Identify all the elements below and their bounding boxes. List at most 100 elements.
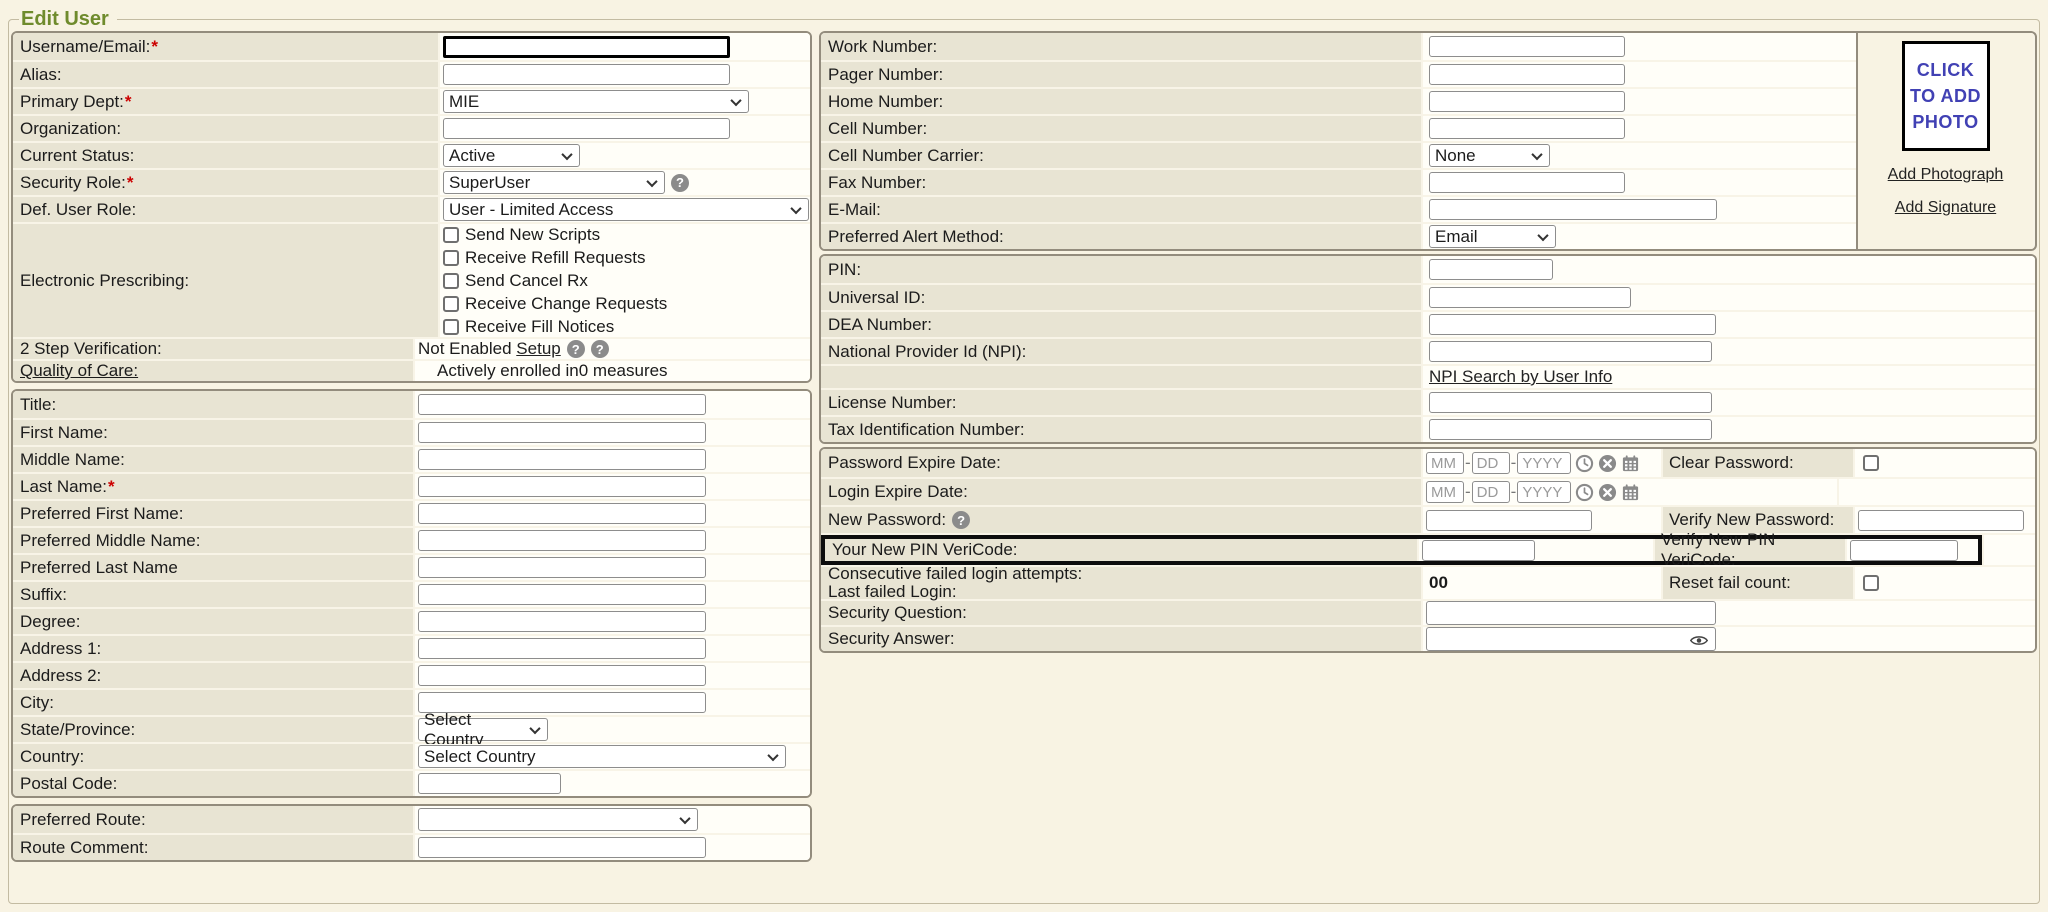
row-preferred-first-name-value-cell	[415, 501, 810, 526]
row-consecutive-failed-login-attempts-extra-label: Reset fail count:	[1669, 573, 1791, 593]
row-state-province-select[interactable]: Select Country	[418, 718, 548, 741]
row-password-expire-date-label-cell: Password Expire Date:	[821, 449, 1421, 477]
required-asterisk	[125, 92, 132, 112]
row-middle-name: Middle Name:	[13, 445, 810, 472]
row-tax-identification-number-label: Tax Identification Number:	[828, 420, 1025, 440]
row-login-expire-date-date-part-1[interactable]: DD	[1472, 481, 1510, 503]
row-work-number-input[interactable]	[1429, 36, 1625, 57]
row-tax-identification-number-input[interactable]	[1429, 419, 1712, 440]
row-password-expire-date-date-part-0[interactable]: MM	[1426, 452, 1464, 474]
row-electronic-prescribing-option-receive-fill-notices[interactable]: Receive Fill Notices	[443, 315, 667, 338]
row-your-new-pin-vericode-input[interactable]	[1422, 540, 1535, 561]
row-title-input[interactable]	[418, 394, 706, 415]
row-license-number-input[interactable]	[1429, 392, 1712, 413]
row-universal-id-input[interactable]	[1429, 287, 1631, 308]
row-country-select[interactable]: Select Country	[418, 745, 786, 768]
row-new-password-input[interactable]	[1426, 510, 1592, 531]
x-circle-icon[interactable]	[1598, 454, 1617, 473]
row-title: Title:	[13, 391, 810, 418]
row-electronic-prescribing-option-send-new-scripts[interactable]: Send New Scripts	[443, 223, 667, 246]
row-last-name-input[interactable]	[418, 476, 706, 497]
checkbox-icon[interactable]	[443, 296, 459, 312]
row-country-select-value: Select Country	[424, 747, 536, 767]
row-license-number-label-cell: License Number:	[821, 390, 1421, 415]
row-suffix-input[interactable]	[418, 584, 706, 605]
row-fax-number-input[interactable]	[1429, 172, 1625, 193]
calendar-icon[interactable]	[1621, 454, 1640, 473]
row-password-expire-date-extra-checkbox[interactable]	[1863, 455, 1879, 471]
x-circle-icon[interactable]	[1598, 483, 1617, 502]
row-e-mail-label-cell: E-Mail:	[821, 197, 1421, 222]
calendar-icon[interactable]	[1621, 483, 1640, 502]
row-preferred-middle-name-input[interactable]	[418, 530, 706, 551]
row-preferred-last-name-input[interactable]	[418, 557, 706, 578]
row-preferred-first-name-input[interactable]	[418, 503, 706, 524]
row-row-link[interactable]: NPI Search by User Info	[1429, 367, 1612, 387]
row-2-step-verification-setup-link[interactable]: Setup	[516, 339, 560, 359]
row-postal-code-input[interactable]	[418, 773, 561, 794]
row-degree-input[interactable]	[418, 611, 706, 632]
row-pager-number-input[interactable]	[1429, 64, 1625, 85]
row-electronic-prescribing-option-receive-refill-requests[interactable]: Receive Refill Requests	[443, 246, 667, 269]
provider-ids-table: PIN:Universal ID:DEA Number:National Pro…	[819, 254, 2037, 444]
checkbox-icon[interactable]	[443, 227, 459, 243]
row-def-user-role-select[interactable]: User - Limited Access	[443, 198, 809, 221]
row-organization-input[interactable]	[443, 118, 730, 139]
row-security-question-input[interactable]	[1426, 601, 1716, 625]
row-security-answer-input[interactable]	[1426, 627, 1716, 651]
row-first-name-label-cell: First Name:	[13, 420, 413, 445]
row-preferred-route-select[interactable]	[418, 808, 698, 831]
row-new-password-value-cell	[1423, 507, 1661, 533]
row-preferred-alert-method-select[interactable]: Email	[1429, 225, 1556, 248]
row-login-expire-date-date-part-2[interactable]: YYYY	[1517, 481, 1571, 503]
checkbox-icon[interactable]	[443, 319, 459, 335]
row-cell-number-input[interactable]	[1429, 118, 1625, 139]
row-password-expire-date-date-part-2[interactable]: YYYY	[1517, 452, 1571, 474]
row-new-password-extra-input[interactable]	[1858, 510, 2024, 531]
add-photograph-link[interactable]: Add Photograph	[1888, 166, 2004, 184]
row-e-mail-input[interactable]	[1429, 199, 1717, 220]
row-security-question-label: Security Question:	[828, 603, 967, 623]
help-icon[interactable]	[591, 340, 609, 358]
row-electronic-prescribing-option-receive-change-requests[interactable]: Receive Change Requests	[443, 292, 667, 315]
row-national-provider-id-npi-label: National Provider Id (NPI):	[828, 342, 1026, 362]
row-work-number: Work Number:	[821, 33, 1856, 60]
row-electronic-prescribing-option-send-cancel-rx[interactable]: Send Cancel Rx	[443, 269, 667, 292]
row-current-status-select[interactable]: Active	[443, 144, 580, 167]
add-photo-placeholder[interactable]: CLICK TO ADD PHOTO	[1902, 41, 1990, 151]
row-pin-input[interactable]	[1429, 259, 1553, 280]
eye-icon[interactable]	[1690, 632, 1708, 652]
row-address-2-input[interactable]	[418, 665, 706, 686]
row-security-role-select[interactable]: SuperUser	[443, 171, 665, 194]
row-preferred-middle-name: Preferred Middle Name:	[13, 526, 810, 553]
checkbox-icon[interactable]	[443, 273, 459, 289]
help-icon[interactable]	[952, 511, 970, 529]
add-signature-link[interactable]: Add Signature	[1895, 199, 1996, 217]
row-national-provider-id-npi-input[interactable]	[1429, 341, 1712, 362]
row-preferred-first-name: Preferred First Name:	[13, 499, 810, 526]
row-consecutive-failed-login-attempts-label2-cell: Reset fail count:	[1663, 567, 1853, 599]
clock-icon[interactable]	[1575, 483, 1594, 502]
row-dea-number-input[interactable]	[1429, 314, 1716, 335]
row-middle-name-input[interactable]	[418, 449, 706, 470]
row-electronic-prescribing-option-label: Send New Scripts	[465, 225, 600, 245]
row-first-name-input[interactable]	[418, 422, 706, 443]
clock-icon[interactable]	[1575, 454, 1594, 473]
checkbox-icon[interactable]	[443, 250, 459, 266]
row-alias-input[interactable]	[443, 64, 730, 85]
row-username-email-input[interactable]	[443, 36, 730, 58]
row-address-1-input[interactable]	[418, 638, 706, 659]
row-consecutive-failed-login-attempts-extra-checkbox[interactable]	[1863, 575, 1879, 591]
help-icon[interactable]	[567, 340, 585, 358]
row-route-comment-input[interactable]	[418, 837, 706, 858]
row-login-expire-date-date-part-0[interactable]: MM	[1426, 481, 1464, 503]
row-quality-of-care-label[interactable]: Quality of Care:	[20, 361, 138, 381]
row-password-expire-date-date-part-1[interactable]: DD	[1472, 452, 1510, 474]
row-city-input[interactable]	[418, 692, 706, 713]
row-your-new-pin-vericode-extra-input[interactable]	[1850, 540, 1958, 561]
help-icon[interactable]	[671, 174, 689, 192]
row-home-number-input[interactable]	[1429, 91, 1625, 112]
row-cell-number-carrier-select[interactable]: None	[1429, 144, 1550, 167]
row-primary-dept-select[interactable]: MIE	[443, 90, 749, 113]
row-your-new-pin-vericode-tail	[1984, 535, 2035, 565]
